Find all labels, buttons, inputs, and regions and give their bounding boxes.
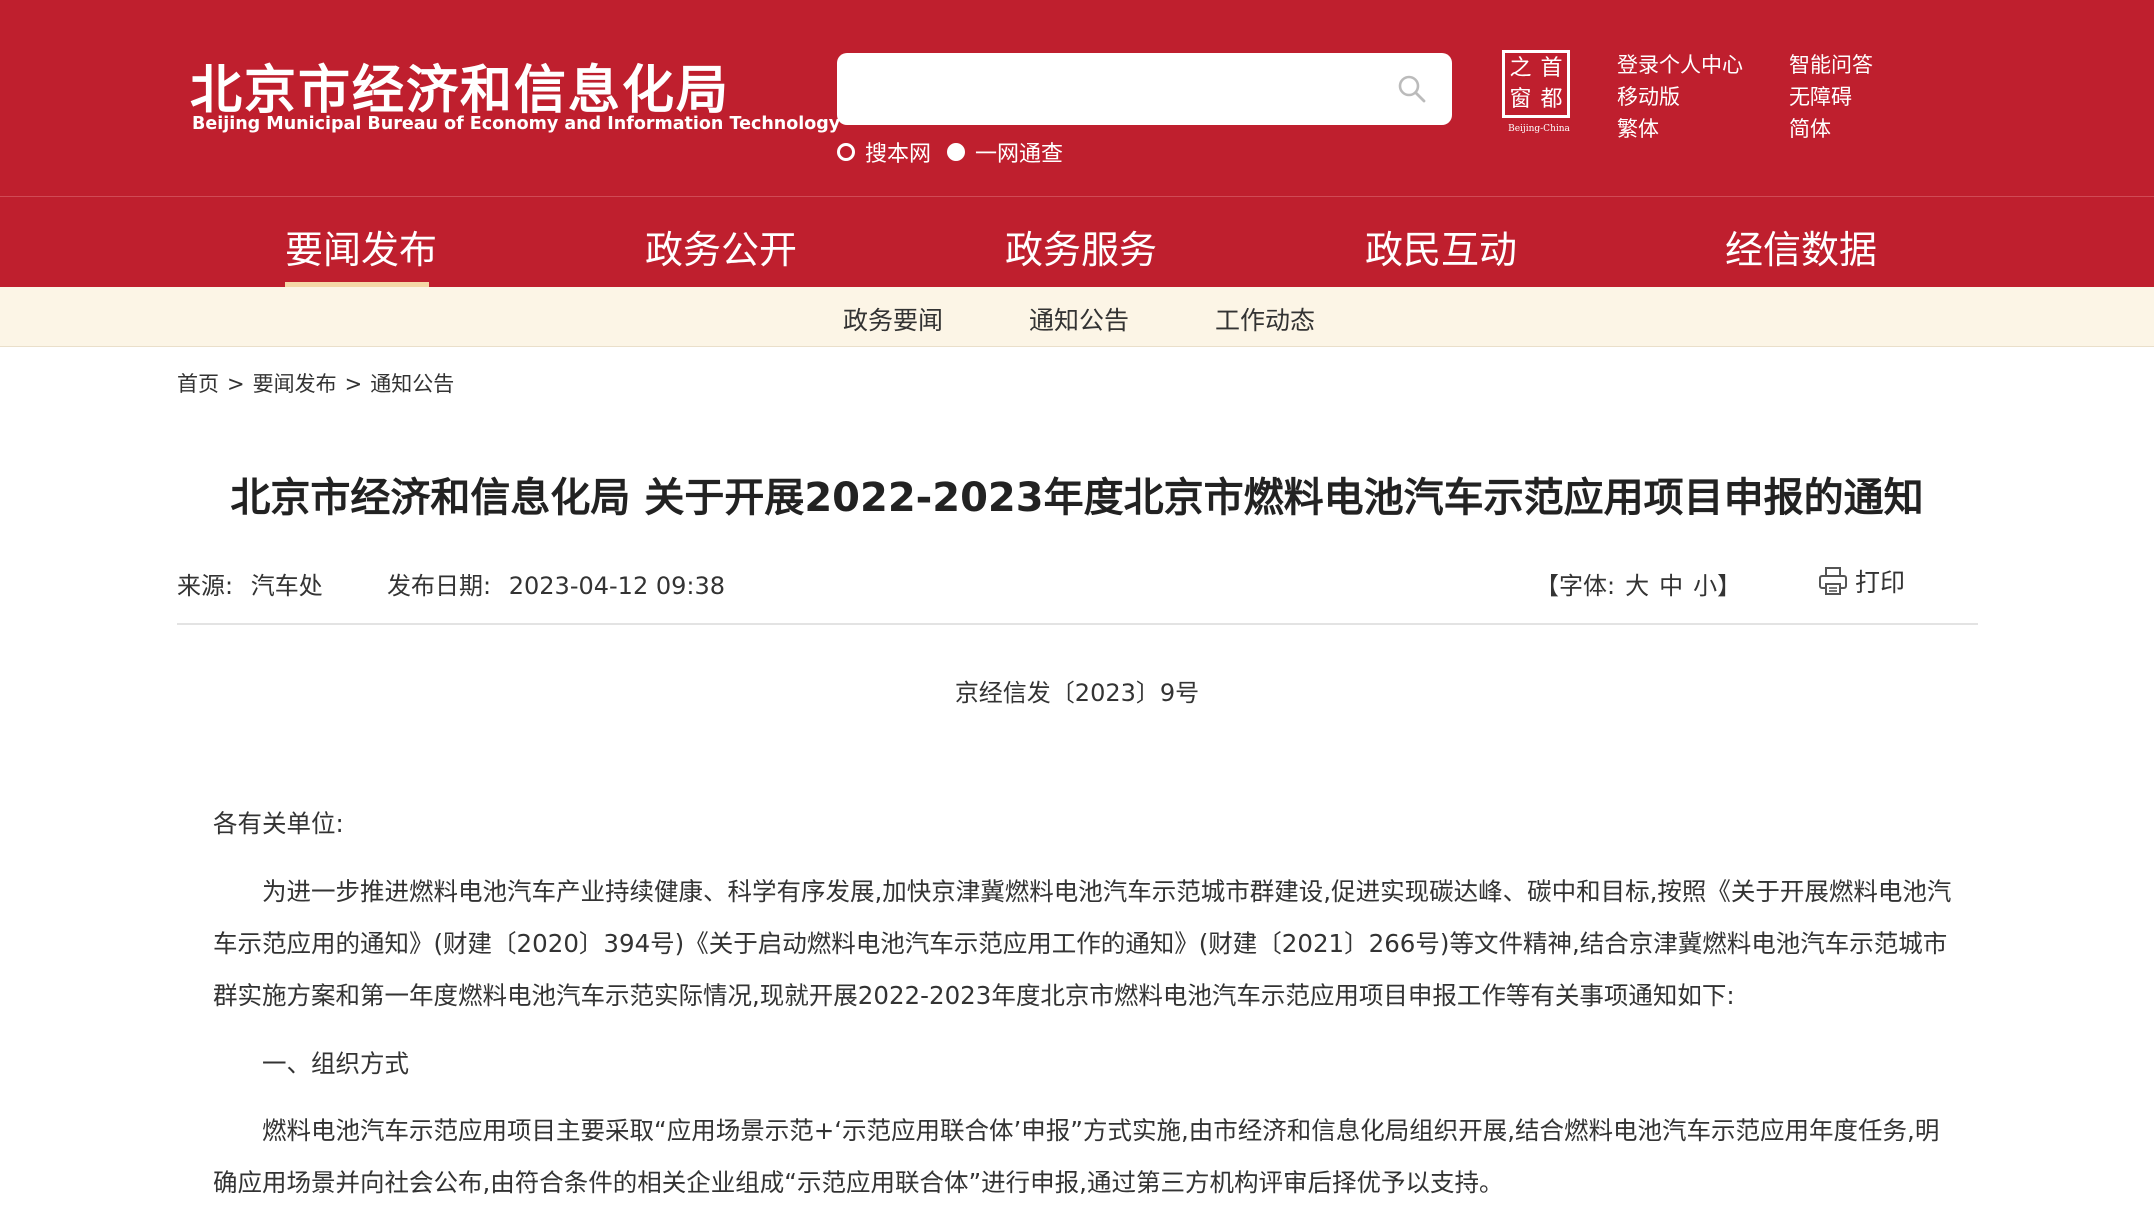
print-label: 打印 [1855,568,1906,597]
seal-caption: Beijing-China [1508,124,1570,134]
seal-char: 都 [1540,86,1563,112]
radio-selected-icon [947,143,965,161]
article-salutation: 各有关单位: [213,809,344,838]
breadcrumb: 首页 > 要闻发布 > 通知公告 [177,368,454,398]
seal-char: 窗 [1509,86,1532,112]
search-option-label: 搜本网 [865,142,932,167]
font-size-control: 【字体: 大中小】 [1535,566,1741,601]
accessibility-link[interactable]: 无障碍 [1789,81,1852,111]
date-label: 发布日期: [387,572,492,600]
breadcrumb-separator: > [344,372,363,396]
traditional-link[interactable]: 繁体 [1617,113,1659,143]
seal-icon: 之 首 窗 都 [1502,50,1570,118]
article-divider [177,623,1978,625]
subnav-item-updates[interactable]: 工作动态 [1215,301,1315,337]
nav-item-news[interactable]: 要闻发布 [285,219,437,274]
font-size-close: 】 [1717,572,1742,600]
article-section-heading: 一、组织方式 [262,1049,409,1078]
smart-qa-link[interactable]: 智能问答 [1789,49,1873,79]
search-icon[interactable] [1396,73,1428,105]
article-paragraph: 为进一步推进燃料电池汽车产业持续健康、科学有序发展,加快京津冀燃料电池汽车示范城… [213,877,1952,1010]
seal-char: 之 [1509,55,1532,81]
mobile-link[interactable]: 移动版 [1617,81,1680,111]
article-paragraph: 燃料电池汽车示范应用项目主要采取“应用场景示范+‘示范应用联合体’申报”方式实施… [213,1116,1940,1197]
font-size-label: 【字体: [1535,572,1616,600]
breadcrumb-separator: > [227,372,245,396]
font-size-large[interactable]: 大 [1625,572,1649,600]
nav-item-government-affairs[interactable]: 政务公开 [645,219,797,274]
site-logo-subtitle: Beijing Municipal Bureau of Economy and … [192,114,841,134]
nav-item-interaction[interactable]: 政民互动 [1365,219,1517,274]
seal-char: 首 [1540,55,1563,81]
capital-window-seal[interactable]: 之 首 窗 都 Beijing-China [1497,50,1577,138]
breadcrumb-news[interactable]: 要闻发布 [253,372,337,396]
subnav-item-notices[interactable]: 通知公告 [1029,301,1129,337]
search-option-label: 一网通查 [975,142,1064,167]
site-header: 北京市经济和信息化局 Beijing Municipal Bureau of E… [0,0,2154,196]
main-nav: 要闻发布 政务公开 政务服务 政民互动 经信数据 [0,196,2154,287]
font-size-small[interactable]: 小 [1693,572,1717,600]
article-date: 发布日期: 2023-04-12 09:38 [387,566,725,601]
nav-item-data[interactable]: 经信数据 [1725,219,1877,274]
document-number: 京经信发〔2023〕9号 [954,679,1200,707]
date-value: 2023-04-12 09:38 [508,572,726,600]
site-logo-title[interactable]: 北京市经济和信息化局 [190,48,730,123]
source-value: 汽车处 [250,572,323,600]
login-link[interactable]: 登录个人中心 [1617,49,1743,79]
nav-item-services[interactable]: 政务服务 [1005,219,1157,274]
breadcrumb-home[interactable]: 首页 [177,372,219,396]
simplified-link[interactable]: 简体 [1789,113,1831,143]
source-label: 来源: [177,572,234,600]
subnav-item-news[interactable]: 政务要闻 [843,301,943,337]
article-source: 来源: 汽车处 [177,566,323,601]
article-title: 北京市经济和信息化局 关于开展2022-2023年度北京市燃料电池汽车示范应用项… [230,475,1924,521]
breadcrumb-notices[interactable]: 通知公告 [370,372,454,396]
font-size-medium[interactable]: 中 [1659,572,1683,600]
search-option-site[interactable]: 搜本网 [837,136,931,168]
print-button[interactable]: 打印 [1817,563,1905,599]
sub-nav: 政务要闻 通知公告 工作动态 [0,287,2154,347]
search-input[interactable] [859,63,1383,117]
search-option-all[interactable]: 一网通查 [947,136,1063,168]
printer-icon [1819,567,1847,595]
search-box [837,53,1452,125]
radio-unselected-icon [837,143,855,161]
